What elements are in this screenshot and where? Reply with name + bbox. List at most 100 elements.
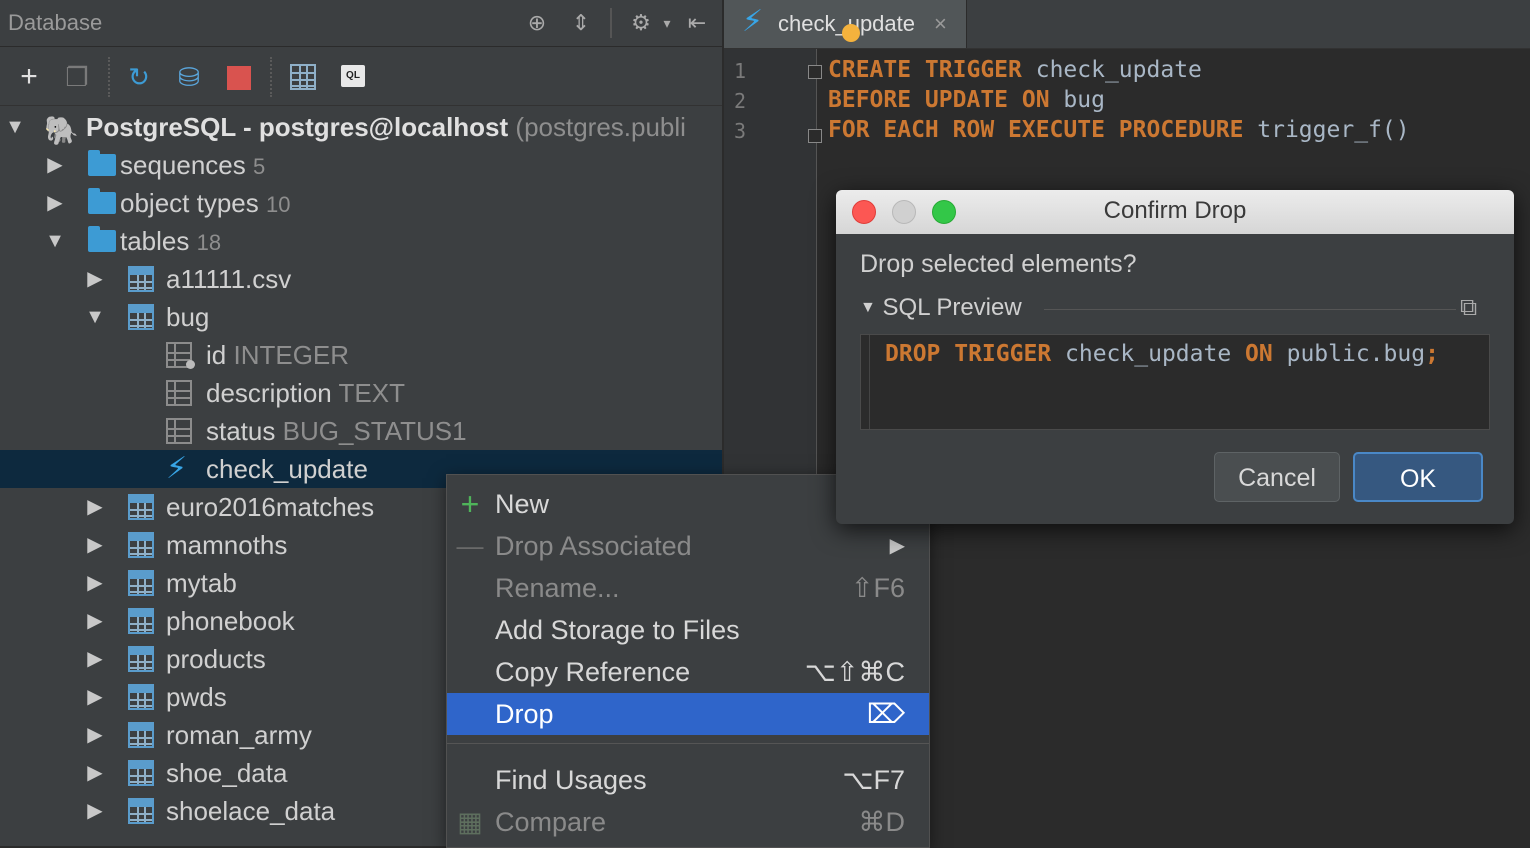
collapsed-arrow-icon[interactable]: ▶ [84,716,106,754]
menu-item-add-storage[interactable]: Add Storage to Files [447,609,929,651]
hide-panel-icon[interactable]: ⇤ [682,8,712,38]
gear-dropdown-icon[interactable]: ▾ [652,8,682,38]
collapse-icon[interactable]: ⇕ [566,8,596,38]
menu-item-label: Find Usages [495,765,647,795]
expanded-arrow-icon[interactable]: ▼ [44,222,66,260]
trigger-bolt-icon: ⚡ [166,452,188,485]
editor-tab[interactable]: ⚡ check_update × [724,0,967,48]
menu-shortcut: ⌘D [858,807,906,837]
menu-item-label: Copy Reference [495,657,691,687]
close-icon[interactable]: × [934,11,947,37]
tree-item-table-bug[interactable]: ▼ bug [0,298,722,336]
folder-icon [88,226,116,252]
sql-identifier: check_update [1051,341,1246,367]
root-detail: (postgres.publi [515,112,686,142]
menu-item-label: Add Storage to Files [495,615,740,645]
collapsed-arrow-icon[interactable]: ▶ [84,488,106,526]
tree-item-object-types[interactable]: ▶ object types 10 [0,184,722,222]
sql-preview-box[interactable]: DROP TRIGGER check_update ON public.bug; [860,334,1490,430]
dialog-titlebar: Confirm Drop [836,190,1514,234]
tree-label-text: check_update [206,454,368,484]
sql-keyword: FOR EACH ROW EXECUTE PROCEDURE [828,117,1244,143]
table-icon [128,646,154,672]
collapsed-arrow-icon[interactable]: ▶ [84,526,106,564]
sql-preview-text: DROP TRIGGER check_update ON public.bug; [885,341,1439,367]
column-label: id INTEGER [206,336,349,374]
table-icon [128,532,154,558]
cancel-button[interactable]: Cancel [1214,452,1340,502]
sql-keyword: CREATE TRIGGER [828,57,1022,83]
code-line[interactable]: CREATE TRIGGER check_update [828,57,1202,83]
panel-header: Database ⊕ ⇕ ⚙ ▾ ⇤ [0,0,722,47]
table-icon [128,608,154,634]
menu-item-compare[interactable]: ▦ Compare ⌘D [447,801,929,843]
root-name: PostgreSQL - postgres@localhost [86,112,509,142]
expanded-arrow-icon[interactable]: ▼ [4,108,26,146]
refresh-icon[interactable]: ↻ [122,60,156,94]
tree-item-table[interactable]: ▶ a11111.csv [0,260,722,298]
copy-icon[interactable]: ❐ [60,60,94,94]
stop-icon[interactable] [222,60,256,94]
line-number: 2 [734,89,747,113]
line-number: 1 [734,59,747,83]
ok-button[interactable]: OK [1353,452,1483,502]
menu-item-label: Compare [495,807,607,837]
menu-item-drop-associated[interactable]: — Drop Associated ▶ [447,525,929,567]
sql-preview-label: SQL Preview [882,294,1022,321]
collapsed-arrow-icon[interactable]: ▶ [44,146,66,184]
collapsed-arrow-icon[interactable]: ▶ [84,260,106,298]
tree-item-tables[interactable]: ▼ tables 18 [0,222,722,260]
expanded-arrow-icon[interactable]: ▼ [84,298,106,336]
lightbulb-icon[interactable] [842,24,860,42]
collapsed-arrow-icon[interactable]: ▶ [84,602,106,640]
menu-item-rename[interactable]: Rename... ⇧F6 [447,567,929,609]
column-label: description TEXT [206,374,405,412]
collapsed-arrow-icon[interactable]: ▶ [84,792,106,830]
submenu-arrow-icon: ▶ [889,535,905,557]
tree-item-column[interactable]: description TEXT [0,374,722,412]
plus-icon: + [460,486,480,522]
tree-label-text: object types [120,188,259,218]
table-view-icon[interactable] [286,60,320,94]
toolbar-separator [270,57,272,97]
table-icon [128,798,154,824]
collapsed-arrow-icon[interactable]: ▶ [84,564,106,602]
menu-item-find-usages[interactable]: Find Usages ⌥F7 [447,759,929,801]
fold-marker-icon[interactable] [808,129,822,143]
tree-item-column[interactable]: status BUG_STATUS1 [0,412,722,450]
open-in-editor-icon[interactable]: ⧉ [1460,294,1486,321]
sql-keyword: DROP TRIGGER [885,341,1052,367]
tree-label-text: mamnoths [166,530,288,560]
tree-label-text: sequences [120,150,246,180]
console-icon[interactable]: QL [336,60,370,94]
sql-preview-gutter [869,335,870,429]
tree-label-text: shoelace_data [166,796,336,826]
collapsed-arrow-icon[interactable]: ▶ [44,184,66,222]
code-line[interactable]: FOR EACH ROW EXECUTE PROCEDURE trigger_f… [828,117,1410,143]
menu-item-copy-reference[interactable]: Copy Reference ⌥⇧⌘C [447,651,929,693]
collapsed-arrow-icon[interactable]: ▶ [84,640,106,678]
sql-preview-toggle[interactable]: ▼ SQL Preview [860,294,1022,322]
table-glyph [290,64,316,90]
fold-marker-icon[interactable] [808,65,822,79]
tree-item-sequences[interactable]: ▶ sequences 5 [0,146,722,184]
crosshair-icon[interactable]: ⊕ [522,8,552,38]
context-menu: + New — Drop Associated ▶ Rename... ⇧F6 … [446,474,930,848]
stop-square [227,66,251,90]
tree-count: 10 [265,192,291,217]
sync-icon[interactable]: ⛁ [172,60,206,94]
sql-keyword: BEFORE UPDATE ON [828,87,1050,113]
table-icon [128,304,154,330]
code-line[interactable]: BEFORE UPDATE ON bug [828,87,1105,113]
column-type: INTEGER [233,340,350,370]
tree-item-column[interactable]: id INTEGER [0,336,722,374]
collapsed-arrow-icon[interactable]: ▶ [84,678,106,716]
tree-root[interactable]: ▼ 🐘 PostgreSQL - postgres@localhost (pos… [0,108,722,146]
tree-label-text: a11111.csv [166,264,292,294]
menu-item-drop[interactable]: Drop ⌦ [447,693,929,735]
sql-keyword: ON [1245,341,1273,367]
minus-icon: — [456,531,484,561]
add-icon[interactable]: + [12,60,46,94]
collapsed-arrow-icon[interactable]: ▶ [84,754,106,792]
tree-label-text: products [166,644,266,674]
